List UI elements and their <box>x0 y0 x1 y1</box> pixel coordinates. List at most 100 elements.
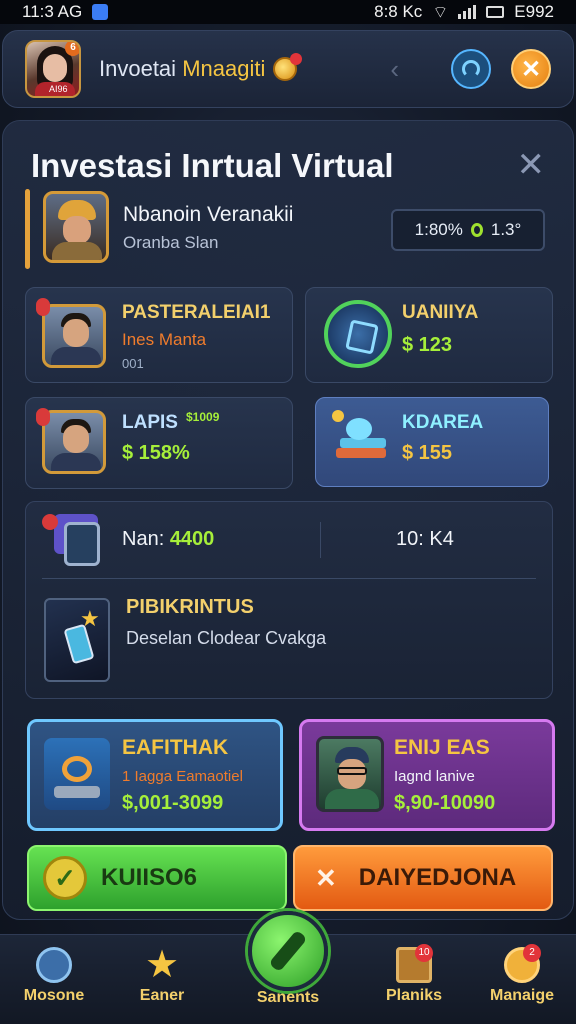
status-bar: 11:3 AG 8:8 Kc ⌔ E992 <box>0 0 576 24</box>
compass-icon <box>36 947 72 983</box>
profile-row[interactable]: Nbanoin Veranakii Oranba Slan 1:80% 1.3° <box>25 187 553 269</box>
phone-thumbnail[interactable]: ★ <box>44 598 110 682</box>
offer-card-eafithak[interactable]: EAFITHAK 1 Iagga Eamaotiel $,001-3099 <box>27 719 283 831</box>
investment-card-kdarea[interactable]: KDAREA $ 155 <box>315 397 549 487</box>
battery-icon <box>486 6 505 18</box>
card-value: $ 158% <box>122 442 190 464</box>
app-title-part1: Invoetai <box>99 56 177 81</box>
star-icon: ★ <box>144 944 180 986</box>
close-button[interactable]: ✕ <box>511 49 551 89</box>
star-icon: ★ <box>80 606 100 631</box>
notification-badge: 10 <box>415 944 433 962</box>
nav-center-button[interactable] <box>248 911 328 991</box>
nav-item-manaige[interactable]: 2 Manaige <box>472 943 572 1005</box>
investment-card-lapis[interactable]: LAPIS $1009 $ 158% <box>25 397 293 489</box>
offer-subtitle: 1 Iagga Eamaotiel <box>122 768 243 785</box>
token-icon <box>324 300 392 368</box>
close-icon: ✕ <box>520 55 542 83</box>
combo-title: PIBIKRINTUS <box>126 596 254 618</box>
investor-portrait <box>42 304 106 368</box>
device-icon <box>42 514 110 566</box>
nav-item-mosone[interactable]: Mosone <box>4 943 104 1005</box>
nav-label: Planiks <box>385 987 443 1004</box>
card-subtitle: Ines Manta <box>122 330 207 349</box>
nav-label: Manaige <box>489 987 554 1004</box>
offer-card-enij-eas[interactable]: ENIJ EAS Iagnd lanive $,90-10090 <box>299 719 555 831</box>
status-left: 11:3 AG <box>22 2 109 22</box>
divider <box>42 578 536 579</box>
profile-name: Nbanoin Veranakii <box>123 203 294 226</box>
leaf-icon <box>470 223 483 237</box>
nav-item-eaner[interactable]: ★ Eaner <box>112 943 212 1005</box>
signal-icon <box>458 5 477 19</box>
bot-icon: 2 <box>504 944 541 983</box>
battery-text: E992 <box>514 2 554 21</box>
notification-badge: 2 <box>523 944 541 962</box>
nav-item-planiks[interactable]: 10 Planiks <box>364 943 464 1005</box>
card-title: UANIIYA <box>402 302 479 323</box>
stat-value: 1.3° <box>490 220 522 239</box>
app-title: Invoetai Mnaagiti <box>99 56 265 82</box>
card-title: LAPIS <box>122 412 178 433</box>
check-icon: ✓ <box>43 856 87 900</box>
investor-portrait <box>42 410 106 474</box>
panel-close-icon[interactable]: ✕ <box>517 145 546 185</box>
offer-title: EAFITHAK <box>122 736 229 759</box>
alert-badge-icon <box>36 298 50 316</box>
house-icon: 10 <box>396 944 433 983</box>
close-icon: ✕ <box>315 862 337 893</box>
card-value: $ 123 <box>402 334 453 356</box>
primary-action-label: KUIISO6 <box>101 864 198 891</box>
combo-description: Deselan Clodear Cvakga <box>126 628 327 648</box>
avatar-caption: AI96 <box>49 84 68 94</box>
offer-subtitle: Iagnd lanive <box>394 768 475 785</box>
user-avatar[interactable]: 6 AI96 <box>25 40 81 98</box>
profile-accent-bar <box>25 189 30 269</box>
profile-avatar <box>43 191 109 263</box>
alert-badge-icon <box>36 408 50 426</box>
offer-value: $,90-10090 <box>394 792 496 814</box>
profile-subtitle: Oranba Slan <box>123 233 219 252</box>
investment-panel: Investasi Inrtual Virtual ✕ Nbanoin Vera… <box>2 120 574 920</box>
investment-card-pasteraleiai[interactable]: PASTERALEIAI1 Ines Manta 001 <box>25 287 293 383</box>
stat-percent: 1:80% <box>414 220 463 239</box>
info-button[interactable] <box>451 49 491 89</box>
card-code: 001 <box>122 356 144 371</box>
metric-left-value: 4400 <box>169 528 215 550</box>
app-notification-icon <box>92 4 109 20</box>
chevron-left-icon[interactable]: ‹ <box>390 54 399 85</box>
brush-icon <box>268 929 308 973</box>
status-right: 8:8 Kc ⌔ E992 <box>374 2 554 23</box>
primary-action-button[interactable]: ✓ KUIISO6 <box>27 845 287 911</box>
bottom-nav: Mosone ★ Eaner Sanents 10 Planiks 2 Mana… <box>0 911 576 1024</box>
secondary-action-button[interactable]: ✕ DAIYEDJONA <box>293 845 553 911</box>
top-header: 6 AI96 Invoetai Mnaagiti ‹ ✕ <box>2 30 574 108</box>
offer-value: $,001-3099 <box>122 792 224 814</box>
wifi-icon: ⌔ <box>432 2 449 22</box>
nav-label: Mosone <box>23 987 85 1004</box>
agent-portrait <box>316 736 384 812</box>
nav-label: Sanents <box>256 989 320 1006</box>
card-title: PASTERALEIAI1 <box>122 302 271 323</box>
coin-icon[interactable] <box>273 53 303 81</box>
card-value: $ 155 <box>402 442 453 464</box>
metric-right: 10: K4 <box>396 528 454 550</box>
robot-icon <box>44 738 110 810</box>
summary-card: Nan: 4400 10: K4 ★ PIBIKRINTUS Deselan C… <box>25 501 553 699</box>
app-title-part2: Mnaagiti <box>182 56 266 81</box>
metric-left: Nan: 4400 <box>122 528 214 551</box>
secondary-action-label: DAIYEDJONA <box>358 864 517 891</box>
investment-card-uaniiya[interactable]: UANIIYA $ 123 <box>305 287 553 383</box>
books-icon <box>328 408 398 478</box>
lightbulb-icon <box>462 60 480 78</box>
avatar-badge-icon: 6 <box>65 42 79 56</box>
card-title: KDAREA <box>402 412 484 433</box>
status-time: 11:3 AG <box>22 2 83 21</box>
network-speed: 8:8 Kc <box>374 2 423 21</box>
metric-left-label: Nan: <box>122 528 165 550</box>
offer-title: ENIJ EAS <box>394 736 490 759</box>
page-title: Investasi Inrtual Virtual <box>31 147 394 184</box>
divider <box>320 522 321 558</box>
profile-stat: 1:80% 1.3° <box>391 209 545 251</box>
card-badge: $1009 <box>186 410 220 424</box>
